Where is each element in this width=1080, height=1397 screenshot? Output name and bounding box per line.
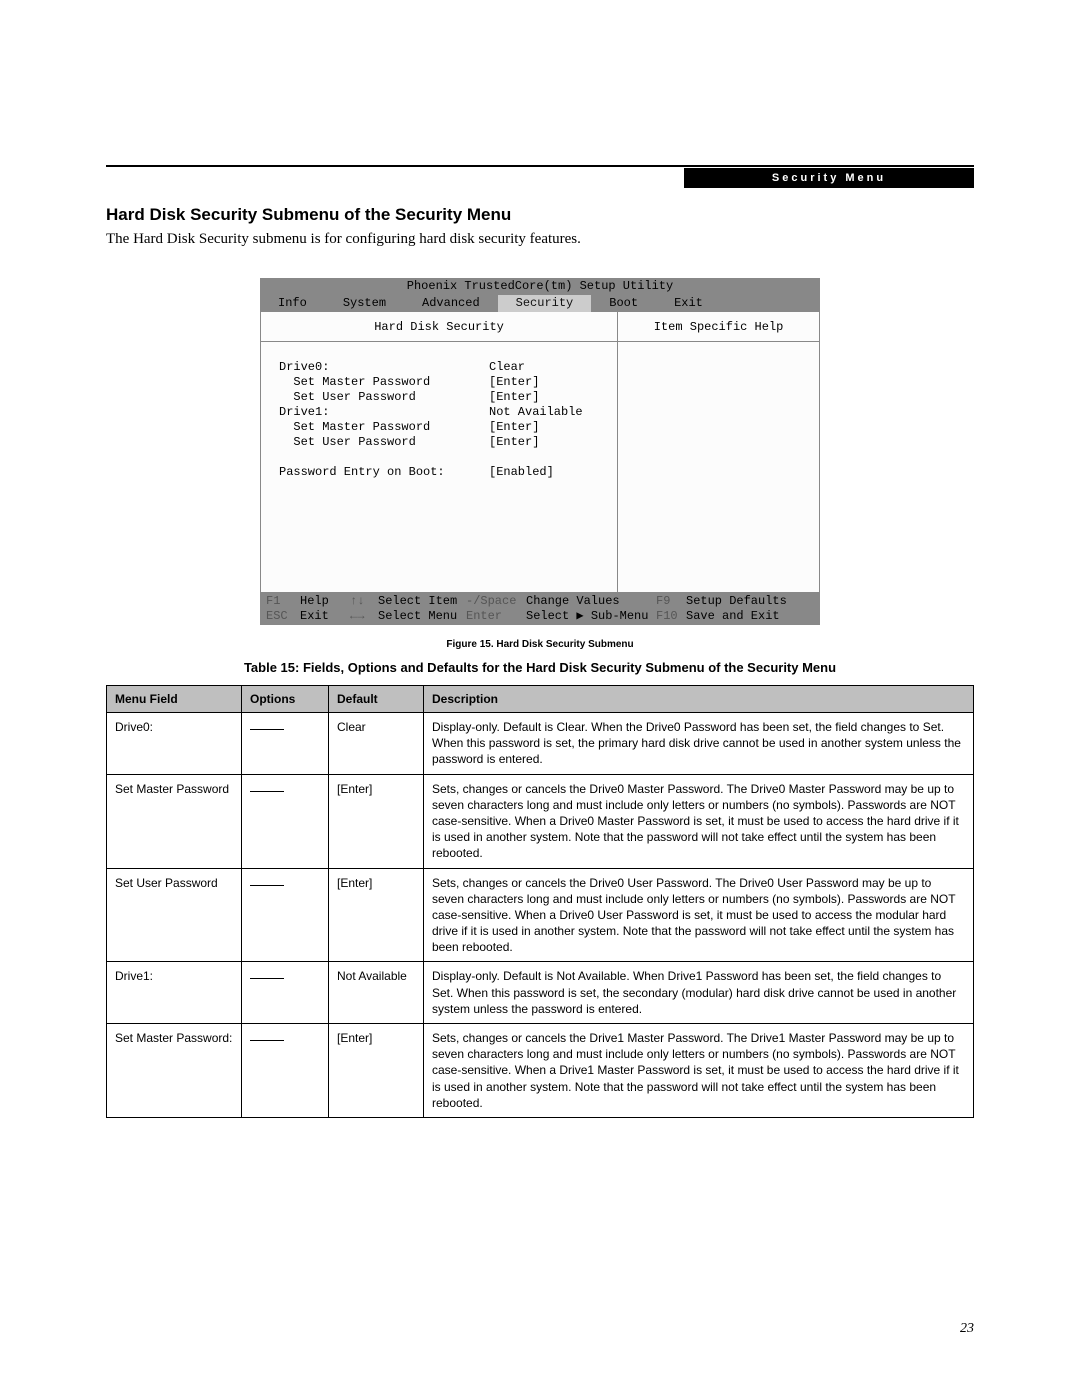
section-intro: The Hard Disk Security submenu is for co…: [106, 231, 974, 248]
cell-description: Display-only. Default is Not Available. …: [424, 962, 974, 1024]
cell-default: Clear: [329, 713, 424, 775]
cell-options: [242, 868, 329, 962]
table-caption: Table 15: Fields, Options and Defaults f…: [106, 660, 974, 675]
bios-change-values-label: Change Values: [526, 594, 656, 609]
bios-setup-defaults-label: Setup Defaults: [686, 594, 814, 609]
cell-menu-field: Drive0:: [107, 713, 242, 775]
bios-items: Drive0:Clear Set Master Password[Enter] …: [261, 342, 617, 490]
top-rule: [106, 165, 974, 167]
bios-item-label: Set Master Password: [279, 375, 489, 390]
bios-item-row: Drive1:Not Available: [279, 405, 605, 420]
th-menu-field: Menu Field: [107, 686, 242, 713]
bios-tabs: InfoSystemAdvancedSecurityBootExit: [260, 295, 820, 312]
bios-item-row: Set User Password[Enter]: [279, 390, 605, 405]
options-dash-icon: [250, 978, 284, 979]
figure-caption: Figure 15. Hard Disk Security Submenu: [106, 639, 974, 650]
bios-item-value: Not Available: [489, 405, 605, 420]
bios-item-label: Set User Password: [279, 435, 489, 450]
bios-key-f10: F10: [656, 609, 686, 624]
page-number: 23: [960, 1321, 974, 1337]
bios-item-label: Drive0:: [279, 360, 489, 375]
options-dash-icon: [250, 729, 284, 730]
bios-item-row: Set User Password[Enter]: [279, 435, 605, 450]
options-dash-icon: [250, 1040, 284, 1041]
th-description: Description: [424, 686, 974, 713]
options-dash-icon: [250, 885, 284, 886]
bios-left-heading: Hard Disk Security: [261, 312, 617, 342]
bios-save-exit-label: Save and Exit: [686, 609, 814, 624]
table-row: Set Master Password [Enter]Sets, changes …: [107, 774, 974, 868]
bios-title: Phoenix TrustedCore(tm) Setup Utility: [260, 278, 820, 295]
bios-item-row: Drive0:Clear: [279, 360, 605, 375]
bios-tab-system: System: [325, 295, 404, 312]
bios-item-row: [279, 450, 605, 465]
bios-tab-boot: Boot: [591, 295, 656, 312]
bios-item-value: [Enter]: [489, 435, 605, 450]
th-default: Default: [329, 686, 424, 713]
cell-menu-field: Set User Password: [107, 868, 242, 962]
options-dash-icon: [250, 791, 284, 792]
cell-options: [242, 713, 329, 775]
fields-table: Menu Field Options Default Description D…: [106, 685, 974, 1118]
bios-select-submenu-label: Select ▶ Sub-Menu: [526, 609, 656, 624]
bios-tab-security: Security: [498, 295, 592, 312]
bios-item-label: Set Master Password: [279, 420, 489, 435]
bios-select-item-label: Select Item: [378, 594, 466, 609]
bios-key-f9: F9: [656, 594, 686, 609]
cell-default: Not Available: [329, 962, 424, 1024]
bios-figure: Phoenix TrustedCore(tm) Setup Utility In…: [260, 278, 820, 625]
table-row: Set User Password [Enter]Sets, changes or…: [107, 868, 974, 962]
cell-options: [242, 1024, 329, 1118]
bios-right-heading: Item Specific Help: [618, 312, 819, 342]
th-options: Options: [242, 686, 329, 713]
cell-options: [242, 774, 329, 868]
cell-menu-field: Set Master Password:: [107, 1024, 242, 1118]
cell-menu-field: Drive1:: [107, 962, 242, 1024]
bios-item-label: Drive1:: [279, 405, 489, 420]
bios-tab-info: Info: [260, 295, 325, 312]
bios-footer: F1 Help ↑↓ Select Item -/Space Change Va…: [260, 593, 820, 625]
bios-key-enter: Enter: [466, 609, 526, 624]
bios-select-menu-label: Select Menu: [378, 609, 466, 624]
bios-item-row: Password Entry on Boot:[Enabled]: [279, 465, 605, 480]
bios-item-value: [Enabled]: [489, 465, 605, 480]
bios-item-value: Clear: [489, 360, 605, 375]
cell-default: [Enter]: [329, 774, 424, 868]
bios-item-value: [Enter]: [489, 390, 605, 405]
bios-item-label: Password Entry on Boot:: [279, 465, 489, 480]
table-row: Drive1: Not AvailableDisplay-only. Defaul…: [107, 962, 974, 1024]
header-section-label: Security Menu: [684, 168, 974, 188]
bios-key-f1: F1: [266, 594, 300, 609]
table-row: Set Master Password: [Enter]Sets, changes…: [107, 1024, 974, 1118]
bios-item-row: Set Master Password[Enter]: [279, 375, 605, 390]
bios-key-arrows-ud: ↑↓: [350, 594, 378, 609]
cell-options: [242, 962, 329, 1024]
cell-description: Sets, changes or cancels the Drive0 User…: [424, 868, 974, 962]
bios-key-space: -/Space: [466, 594, 526, 609]
bios-help-label: Help: [300, 594, 350, 609]
cell-description: Sets, changes or cancels the Drive1 Mast…: [424, 1024, 974, 1118]
bios-item-label: Set User Password: [279, 390, 489, 405]
cell-description: Sets, changes or cancels the Drive0 Mast…: [424, 774, 974, 868]
bios-tab-exit: Exit: [656, 295, 721, 312]
bios-item-row: Set Master Password[Enter]: [279, 420, 605, 435]
cell-default: [Enter]: [329, 868, 424, 962]
bios-tab-advanced: Advanced: [404, 295, 498, 312]
table-row: Drive0: ClearDisplay-only. Default is Cle…: [107, 713, 974, 775]
bios-item-value: [Enter]: [489, 375, 605, 390]
cell-menu-field: Set Master Password: [107, 774, 242, 868]
cell-description: Display-only. Default is Clear. When the…: [424, 713, 974, 775]
cell-default: [Enter]: [329, 1024, 424, 1118]
bios-exit-label: Exit: [300, 609, 350, 624]
bios-item-value: [Enter]: [489, 420, 605, 435]
section-title: Hard Disk Security Submenu of the Securi…: [106, 205, 974, 225]
bios-key-arrows-lr: ←→: [350, 609, 378, 624]
bios-key-esc: ESC: [266, 609, 300, 624]
